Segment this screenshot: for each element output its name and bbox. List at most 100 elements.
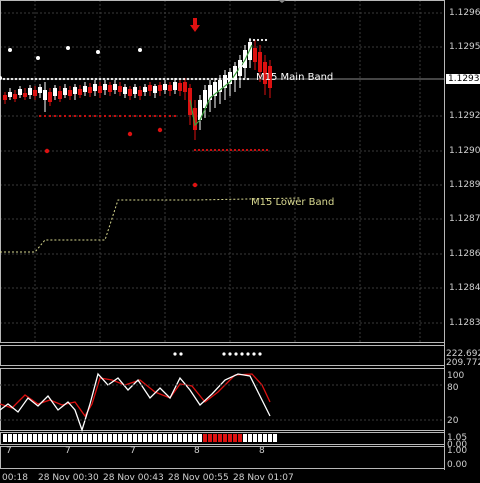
red-band-dot xyxy=(58,114,62,118)
main-band-dot xyxy=(202,77,206,81)
strip-bar xyxy=(138,434,142,442)
candle-body xyxy=(258,52,262,72)
candle-body xyxy=(138,90,142,96)
upper-band-dot xyxy=(264,38,268,42)
main-band-dot xyxy=(154,77,158,81)
strip-bar xyxy=(233,434,237,442)
indicator-dot xyxy=(234,352,238,356)
main-band-dot xyxy=(182,77,186,81)
main-band-dot xyxy=(38,77,42,81)
strip-bar xyxy=(103,434,107,442)
candle-body xyxy=(183,82,187,92)
main-band-dot xyxy=(58,77,62,81)
chart-canvas[interactable] xyxy=(0,0,480,483)
main-band-dot xyxy=(62,77,66,81)
time-tick: 28 Nov 00:55 xyxy=(168,473,229,483)
price-tick: 1.12890 xyxy=(449,180,480,190)
indicator-value: 209.772 xyxy=(446,358,480,368)
lower-band-dot xyxy=(233,148,237,152)
lower-band-dot xyxy=(209,148,213,152)
candle-body xyxy=(63,88,67,95)
indicator-dot xyxy=(173,352,177,356)
candlesticks[interactable] xyxy=(3,38,272,140)
indicator-dot xyxy=(179,352,183,356)
strip-bar xyxy=(183,434,187,442)
panel-border xyxy=(0,0,445,343)
strip-bar xyxy=(48,434,52,442)
red-band-dot xyxy=(153,114,157,118)
main-band-dot xyxy=(102,77,106,81)
strip-bar xyxy=(148,434,152,442)
red-signal-dot xyxy=(192,182,198,188)
strip-bar xyxy=(218,434,222,442)
main-band-dot xyxy=(90,77,94,81)
strip-bar xyxy=(63,434,67,442)
price-tick: 1.12845 xyxy=(449,283,480,293)
candle-body xyxy=(128,89,132,96)
strip-bar xyxy=(133,434,137,442)
red-band-dot xyxy=(138,114,142,118)
candle-body xyxy=(143,87,147,92)
price-tick: 1.12920 xyxy=(449,111,480,121)
signal-line xyxy=(0,373,271,418)
main-band-dot xyxy=(218,77,222,81)
main-band-dot xyxy=(158,77,162,81)
main-band-dot xyxy=(118,77,122,81)
main-band-dot xyxy=(230,77,234,81)
red-band-dot xyxy=(133,114,137,118)
lower-band-dot xyxy=(245,148,249,152)
red-band-dot xyxy=(168,114,172,118)
strip-bar xyxy=(268,434,272,442)
time-tick: 28 Nov 00:30 xyxy=(38,473,99,483)
lower-band-dot xyxy=(221,148,225,152)
strip-bar xyxy=(68,434,72,442)
indicator-dot xyxy=(222,352,226,356)
candle-body xyxy=(148,85,152,91)
main-band-dot xyxy=(122,77,126,81)
red-band-dot xyxy=(128,114,132,118)
candle-body xyxy=(118,86,122,92)
strip-bar xyxy=(168,434,172,442)
red-band-dot xyxy=(148,114,152,118)
red-band-dot xyxy=(68,114,72,118)
strip-bar xyxy=(173,434,177,442)
lower-band-dot xyxy=(213,148,217,152)
strip-bar xyxy=(98,434,102,442)
strip-bar xyxy=(43,434,47,442)
indicator-dot xyxy=(240,352,244,356)
red-band-dot xyxy=(118,114,122,118)
candle-body xyxy=(23,93,27,97)
strip-bar xyxy=(18,434,22,442)
candle-body xyxy=(58,91,62,99)
strip-bar xyxy=(223,434,227,442)
digits-scale: 1.00 xyxy=(447,446,468,456)
lower-band-dot xyxy=(201,148,205,152)
time-tick: 28 Nov 01:07 xyxy=(233,473,294,483)
main-band-dot xyxy=(138,77,142,81)
main-band-dot xyxy=(82,77,86,81)
strip-bar xyxy=(208,434,212,442)
indicator-dot xyxy=(258,352,262,356)
candle-body xyxy=(123,87,127,94)
strip-bar xyxy=(163,434,167,442)
strip-bar xyxy=(243,434,247,442)
panel-frames xyxy=(0,0,445,470)
main-band-dot xyxy=(46,77,50,81)
oscillator-level: 100 xyxy=(447,371,465,381)
price-tick: 1.12860 xyxy=(449,249,480,259)
digit-label: 7 xyxy=(6,446,12,456)
candle-body xyxy=(178,83,182,91)
strip-bar xyxy=(238,434,242,442)
price-tick: 1.12965 xyxy=(449,8,480,18)
strip-bar xyxy=(128,434,132,442)
strip-bar xyxy=(263,434,267,442)
red-signal-dot xyxy=(44,148,50,154)
main-band-dot xyxy=(50,77,54,81)
red-band-dot xyxy=(73,114,77,118)
main-band-dot xyxy=(110,77,114,81)
candle-body xyxy=(158,85,162,91)
strip-bar xyxy=(33,434,37,442)
oscillator-lines xyxy=(0,372,444,433)
strip-bar xyxy=(158,434,162,442)
candle-body xyxy=(93,84,97,91)
